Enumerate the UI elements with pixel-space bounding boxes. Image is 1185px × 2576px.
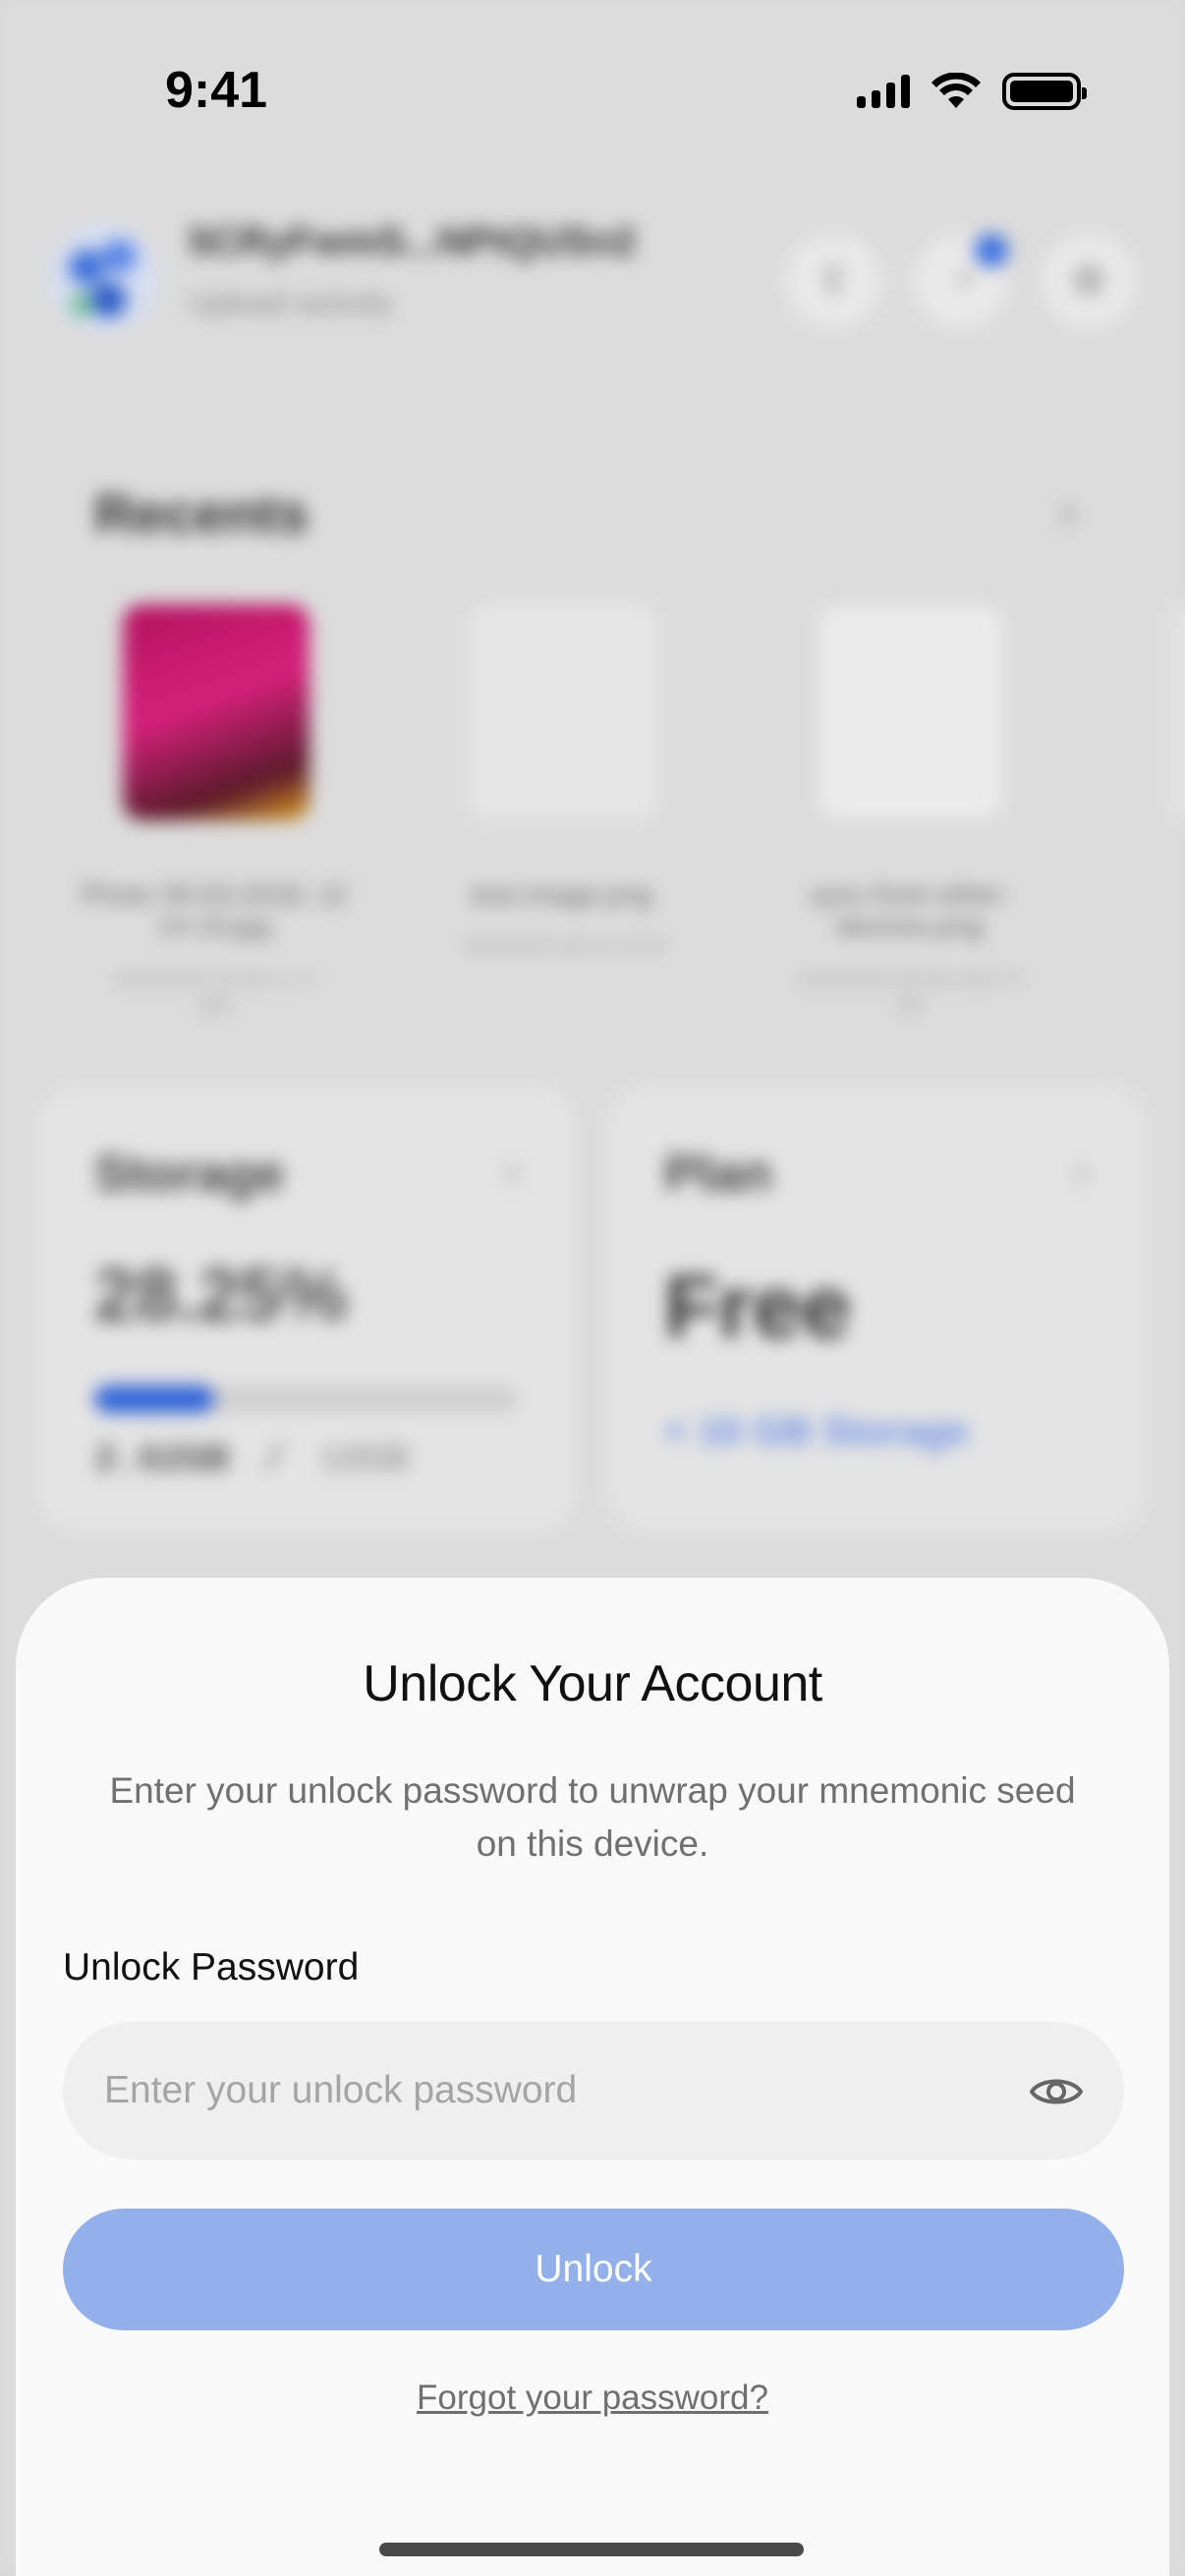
unlock-button[interactable]: Unlock bbox=[63, 2209, 1124, 2330]
recent-thumbnail bbox=[1165, 604, 1185, 820]
cellular-signal-icon bbox=[857, 75, 910, 108]
password-field bbox=[63, 2022, 1124, 2159]
recent-item-name: Photo 30-03-2018, 12 14 10.jpg bbox=[81, 879, 348, 941]
account-header: 5CRyFwmS...NPtQUSn2 Upload activity ⇪ ◔ … bbox=[49, 216, 1140, 344]
recents-title: Recents bbox=[94, 482, 309, 544]
gear-icon: ⚙ bbox=[1071, 259, 1106, 303]
storage-used: 2.62GB / 10GB bbox=[94, 1439, 409, 1482]
account-id: 5CRyFwmS...NPtQUSn2 bbox=[189, 220, 637, 263]
toggle-visibility-button[interactable] bbox=[1026, 2061, 1087, 2122]
recent-item-name: test image.png bbox=[472, 879, 652, 910]
recent-thumbnail bbox=[818, 604, 1004, 820]
recent-thumbnail bbox=[123, 604, 310, 820]
storage-used-value: 2.62GB bbox=[94, 1439, 229, 1482]
upload-button: ⇪ bbox=[786, 234, 880, 328]
plan-upgrade-link: + 10 GB Storage bbox=[664, 1410, 970, 1453]
settings-button: ⚙ bbox=[1042, 234, 1136, 328]
upload-icon: ⇪ bbox=[817, 259, 850, 303]
upload-activity-label: Upload activity bbox=[189, 285, 394, 320]
account-avatar bbox=[49, 224, 157, 332]
status-time: 9:41 bbox=[165, 62, 268, 119]
storage-title: Storage bbox=[94, 1146, 285, 1203]
plan-title: Plan bbox=[664, 1146, 772, 1203]
chevron-right-icon: › bbox=[1074, 1146, 1090, 1198]
forgot-password-link[interactable]: Forgot your password? bbox=[16, 2379, 1169, 2418]
storage-progress-bar bbox=[94, 1385, 519, 1413]
plan-value: Free bbox=[664, 1259, 852, 1357]
notifications-button: ◔ bbox=[914, 234, 1008, 328]
notification-badge bbox=[975, 234, 1008, 267]
recent-item-meta: 10/9/2025 00:00 420.77 KB bbox=[795, 968, 1025, 1018]
storage-percent: 28.25% bbox=[94, 1254, 348, 1337]
battery-icon bbox=[1002, 73, 1087, 110]
sheet-title: Unlock Your Account bbox=[363, 1655, 822, 1712]
chevron-right-icon: › bbox=[504, 1146, 520, 1198]
recent-thumbnail bbox=[470, 604, 656, 820]
storage-card: Storage › 28.25% 2.62GB / 10GB bbox=[39, 1086, 575, 1533]
recent-item-name: sync-from-other-devices.png bbox=[809, 879, 1011, 941]
recent-item-meta: 10/9/2025 08:11 20 B bbox=[459, 933, 665, 958]
storage-progress-fill bbox=[94, 1385, 215, 1413]
password-input[interactable] bbox=[104, 2022, 969, 2159]
status-bar: 9:41 bbox=[0, 0, 1185, 187]
wifi-icon bbox=[931, 73, 981, 108]
password-label: Unlock Password bbox=[63, 1946, 360, 1988]
recent-item-meta: 10/9/2025 00:00 2.77 MB bbox=[112, 968, 316, 1018]
chevron-right-icon: › bbox=[1059, 482, 1077, 539]
storage-separator: / bbox=[262, 1439, 286, 1482]
plan-card: Plan › Free + 10 GB Storage bbox=[609, 1086, 1145, 1533]
unlock-sheet: Unlock Your Account Enter your unlock pa… bbox=[16, 1578, 1169, 2576]
eye-icon bbox=[1030, 2079, 1083, 2104]
status-icons bbox=[857, 73, 1087, 110]
bell-icon: ◔ bbox=[948, 258, 974, 303]
storage-total-value: 10GB bbox=[319, 1439, 410, 1482]
sheet-description: Enter your unlock password to unwrap you… bbox=[109, 1770, 1076, 1864]
home-indicator bbox=[379, 2543, 804, 2556]
